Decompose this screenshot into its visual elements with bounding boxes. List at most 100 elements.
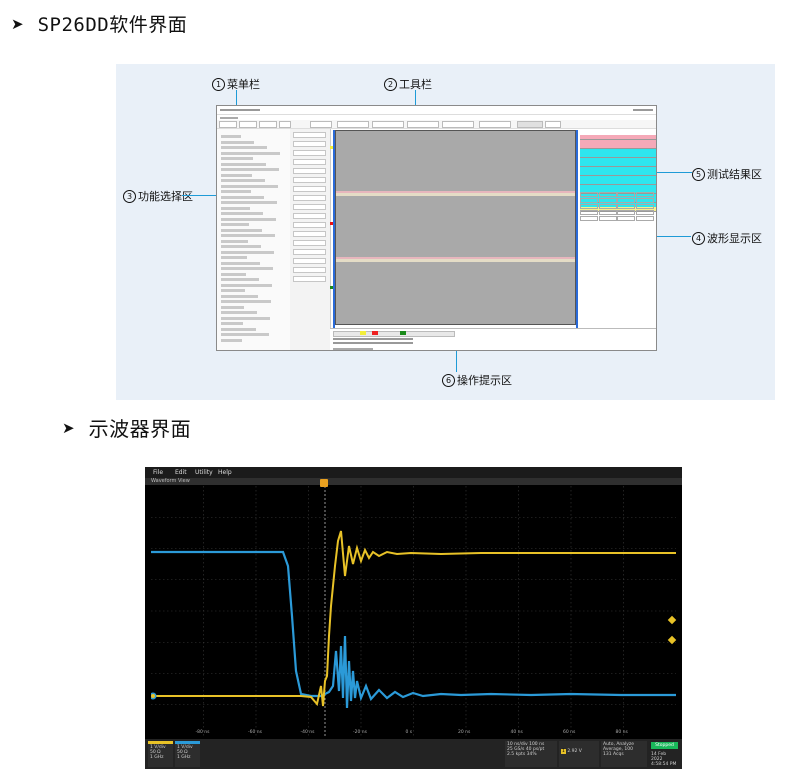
panel-row (221, 322, 243, 325)
menu-help[interactable]: Help (218, 469, 232, 476)
panel-row (221, 261, 260, 265)
menu-utility[interactable]: Utility (195, 469, 213, 476)
panel-row (221, 201, 277, 204)
panel-row (221, 256, 247, 259)
annotation-hint: 6 操作提示区 (442, 372, 512, 388)
channel-button[interactable] (293, 231, 326, 237)
panel-row (221, 250, 274, 254)
panel-row (221, 338, 242, 342)
panel-row (221, 305, 244, 309)
menu-file[interactable]: File (153, 469, 163, 476)
app-titlebar (217, 106, 656, 115)
channel-button[interactable] (293, 168, 326, 174)
channel-button[interactable] (293, 177, 326, 183)
scope-plot (151, 486, 676, 736)
panel-row (221, 206, 250, 210)
result-grid-cell (580, 192, 598, 197)
panel-row (221, 135, 241, 138)
heading-text: SP26DD软件界面 (37, 14, 188, 36)
result-grid-cell (617, 210, 635, 215)
annotation-results: 5 测试结果区 (692, 166, 762, 182)
section-heading-software: ➤ SP26DD软件界面 (11, 10, 187, 37)
panel-row (221, 272, 246, 276)
panel-row (221, 239, 248, 243)
ch1-badge[interactable]: 1 V/div 50 Ω1 GHz (148, 741, 173, 767)
result-grid-cell (580, 210, 598, 215)
channel-button[interactable] (293, 150, 326, 156)
oscilloscope-screenshot: File Edit Utility Help Waveform View -80… (145, 467, 682, 769)
annotation-toolbar: 2 工具栏 (384, 76, 432, 92)
x-tick-label: -40 ns (300, 730, 315, 735)
view-label: Waveform View (151, 478, 190, 484)
channel-button[interactable] (293, 258, 326, 264)
app-toolbar (217, 120, 656, 129)
result-grid-cell (635, 192, 654, 197)
panel-row (221, 228, 262, 232)
software-screenshot (216, 105, 657, 351)
acquisition-badge[interactable]: Auto, Analyze Average, 100 131 Acqs (601, 741, 647, 767)
scope-statusbar: 1 V/div 50 Ω1 GHz 1 V/div 50 Ω1 GHz 10 ns/… (145, 739, 682, 769)
channel-button[interactable] (293, 240, 326, 246)
result-grid-cell (617, 216, 635, 221)
panel-row (221, 179, 265, 182)
annotation-waveform: 4 波形显示区 (692, 230, 762, 246)
run-state-badge[interactable]: Stopped 14 Feb 2022 4:58:54 PM (649, 741, 680, 767)
result-grid-cell (598, 192, 617, 197)
panel-row (221, 190, 251, 193)
result-grid-cell (617, 192, 635, 197)
panel-row (221, 146, 267, 149)
channel-button[interactable] (293, 159, 326, 165)
channel-button[interactable] (293, 132, 326, 138)
x-tick-label: 20 ns (458, 730, 471, 735)
panel-row (221, 294, 258, 298)
panel-row (221, 217, 276, 221)
x-tick-label: 40 ns (510, 730, 523, 735)
channel-button[interactable] (293, 141, 326, 147)
x-tick-label: -80 ns (195, 730, 210, 735)
panel-row (221, 168, 279, 171)
panel-row (221, 300, 271, 303)
menu-edit[interactable]: Edit (175, 469, 187, 476)
horizontal-badge[interactable]: 10 ns/div 100 ns 25 GS/s 40 ps/pt 2.5 kp… (505, 741, 557, 767)
scope-menubar: File Edit Utility Help (145, 467, 682, 478)
panel-row (221, 173, 252, 177)
scope-viewbar: Waveform View (145, 478, 682, 485)
app-function-panel (217, 129, 291, 350)
result-grid-cell (617, 204, 635, 209)
result-grid-cell (635, 210, 654, 215)
channel-button[interactable] (293, 213, 326, 219)
panel-row (221, 212, 263, 215)
arrow-bullet-icon: ➤ (62, 418, 75, 437)
channel-button[interactable] (293, 249, 326, 255)
channel-button[interactable] (293, 267, 326, 273)
annotation-function-select: 3 功能选择区 (123, 188, 193, 204)
panel-row (221, 151, 280, 155)
result-grid-cell (598, 204, 617, 209)
heading-text: 示波器界面 (88, 417, 192, 441)
panel-row (221, 333, 269, 336)
channel-button[interactable] (293, 222, 326, 228)
panel-row (221, 267, 273, 270)
x-tick-label: -20 ns (353, 730, 367, 735)
app-waveform-area (335, 130, 576, 325)
x-tick-label: 0 s (405, 730, 413, 735)
x-tick-label: 60 ns (563, 730, 576, 735)
result-grid-cell (635, 204, 654, 209)
app-channel-list (290, 129, 331, 350)
channel-button[interactable] (293, 276, 326, 282)
panel-row (221, 283, 272, 287)
panel-row (221, 223, 249, 226)
app-hint-area (330, 328, 656, 350)
panel-row (221, 245, 261, 248)
panel-row (221, 184, 278, 188)
channel-button[interactable] (293, 195, 326, 201)
channel-button[interactable] (293, 186, 326, 192)
result-grid-cell (580, 216, 598, 221)
result-grid-cell (598, 210, 617, 215)
trigger-badge[interactable]: 1 2.92 V (559, 741, 599, 767)
channel-button[interactable] (293, 204, 326, 210)
panel-row (221, 311, 257, 314)
panel-row (221, 157, 253, 160)
ch2-badge[interactable]: 1 V/div 50 Ω1 GHz (175, 741, 200, 767)
result-grid-cell (635, 198, 654, 203)
